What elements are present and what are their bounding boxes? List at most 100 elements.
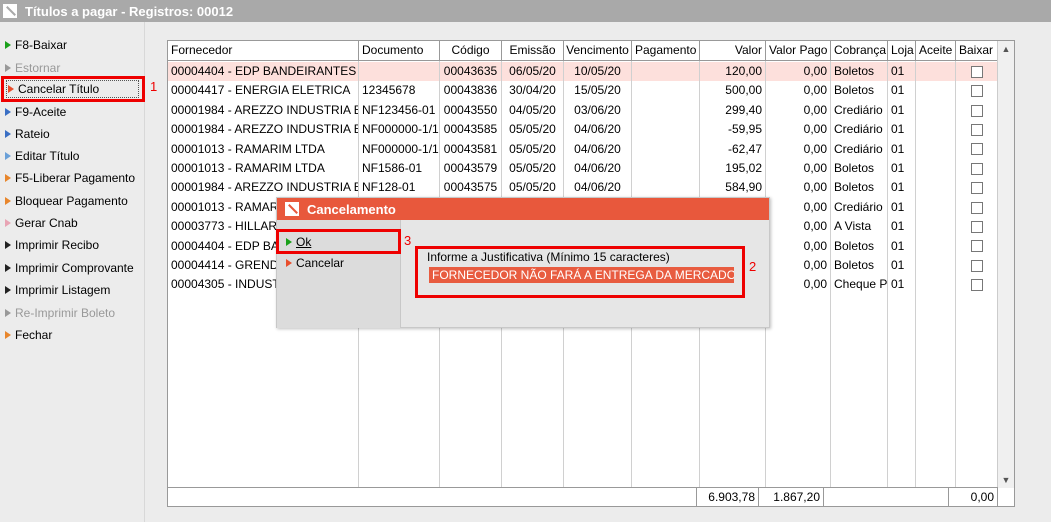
table-row[interactable]: 00004417 - ENERGIA ELETRICA 12345678 00043… <box>168 81 998 101</box>
sidebar-item-label: F9-Aceite <box>15 105 67 119</box>
baixar-checkbox[interactable] <box>970 65 983 78</box>
cell-fornecedor: 00004417 - ENERGIA ELETRICA <box>168 81 359 101</box>
sidebar-item-editar-titulo[interactable]: Editar Título <box>5 147 79 165</box>
cell-cobranca: A Vista <box>831 217 888 237</box>
column-header-valor-pago[interactable]: Valor Pago <box>766 41 831 61</box>
cell-baixar <box>956 100 998 121</box>
grid-footer-totals: 6.903,78 1.867,20 0,00 <box>168 487 998 506</box>
scroll-down-icon[interactable]: ▼ <box>998 472 1014 488</box>
red-triangle-icon <box>286 259 292 267</box>
baixar-checkbox[interactable] <box>970 124 983 137</box>
column-header-codigo[interactable]: Código <box>440 41 502 61</box>
vertical-scrollbar[interactable]: ▲ ▼ <box>997 41 1014 488</box>
baixar-checkbox[interactable] <box>970 221 983 234</box>
gray-triangle-icon <box>5 64 11 72</box>
annotation-number-3: 3 <box>404 233 412 248</box>
column-header-vencimento[interactable]: Vencimento <box>564 41 632 61</box>
column-header-loja[interactable]: Loja <box>888 41 916 61</box>
gray-triangle-icon <box>5 309 11 317</box>
cell-emissao: 04/05/20 <box>502 100 564 121</box>
cell-valor-pago: 0,00 <box>766 217 831 237</box>
column-header-cobranca[interactable]: Cobrança <box>831 41 888 61</box>
cell-baixar <box>956 275 998 295</box>
sidebar-item-label: Re-Imprimir Boleto <box>15 306 116 320</box>
sidebar-item-aceite[interactable]: F9-Aceite <box>5 103 66 121</box>
column-header-documento[interactable]: Documento <box>359 41 440 61</box>
baixar-checkbox[interactable] <box>970 201 983 214</box>
annotation-box-3 <box>276 229 401 254</box>
cell-aceite <box>916 62 956 82</box>
column-header-aceite[interactable]: Aceite <box>916 41 956 61</box>
cell-emissao: 05/05/20 <box>502 139 564 159</box>
sidebar-item-rateio[interactable]: Rateio <box>5 125 50 143</box>
cell-cobranca: Boletos <box>831 81 888 101</box>
sidebar-item-fechar[interactable]: Fechar <box>5 326 52 344</box>
blue-triangle-icon <box>5 130 11 138</box>
baixar-checkbox[interactable] <box>970 182 983 195</box>
baixar-checkbox[interactable] <box>970 104 983 117</box>
sidebar-item-gerar-cnab[interactable]: Gerar Cnab <box>5 214 78 232</box>
cell-valor: 120,00 <box>700 62 766 82</box>
cell-cobranca: Boletos <box>831 256 888 276</box>
table-row[interactable]: 00001984 - AREZZO INDUSTRIA E C NF000000-… <box>168 120 998 140</box>
annotation-number-1: 1 <box>150 79 158 94</box>
sidebar-item-imprimir-listagem[interactable]: Imprimir Listagem <box>5 281 110 299</box>
cell-emissao: 05/05/20 <box>502 159 564 179</box>
sidebar-item-label: Gerar Cnab <box>15 216 78 230</box>
cell-valor-pago: 0,00 <box>766 139 831 159</box>
sidebar-item-label: Imprimir Comprovante <box>15 261 134 275</box>
baixar-checkbox[interactable] <box>970 259 983 272</box>
footer-baixar-total: 0,00 <box>949 488 998 506</box>
sidebar-item-label: Rateio <box>15 127 50 141</box>
cell-loja: 01 <box>888 139 916 159</box>
cell-codigo: 00043635 <box>440 62 502 82</box>
cell-baixar <box>956 197 998 218</box>
cell-cobranca: Crediário <box>831 197 888 218</box>
sidebar-item-baixar[interactable]: F8-Baixar <box>5 36 67 54</box>
cell-valor: 500,00 <box>700 81 766 101</box>
column-divider <box>915 61 916 488</box>
baixar-checkbox[interactable] <box>970 85 983 98</box>
baixar-checkbox[interactable] <box>970 162 983 175</box>
cell-loja: 01 <box>888 81 916 101</box>
blue-triangle-icon <box>5 108 11 116</box>
column-header-valor[interactable]: Valor <box>700 41 766 61</box>
baixar-checkbox[interactable] <box>970 279 983 292</box>
cell-pagamento <box>632 159 700 179</box>
column-divider <box>887 61 888 488</box>
cell-fornecedor: 00001984 - AREZZO INDUSTRIA E C <box>168 120 359 140</box>
table-row[interactable]: 00001013 - RAMARIM LTDA NF000000-1/1 00043… <box>168 139 998 159</box>
app-logo-icon <box>3 4 17 18</box>
column-header-pagamento[interactable]: Pagamento <box>632 41 700 61</box>
scroll-up-icon[interactable]: ▲ <box>998 41 1014 57</box>
sidebar-item-imprimir-comprovante[interactable]: Imprimir Comprovante <box>5 259 134 277</box>
table-row[interactable]: 00001984 - AREZZO INDUSTRIA E C NF123456-… <box>168 100 998 121</box>
cell-codigo: 00043575 <box>440 178 502 198</box>
sidebar-item-liberar-pagamento[interactable]: F5-Liberar Pagamento <box>5 169 135 187</box>
cell-aceite <box>916 139 956 159</box>
cell-pagamento <box>632 139 700 159</box>
sidebar-item-label: Editar Título <box>15 149 80 163</box>
cell-loja: 01 <box>888 159 916 179</box>
cell-emissao: 30/04/20 <box>502 81 564 101</box>
cell-documento: NF000000-1/1 <box>359 139 440 159</box>
cell-emissao: 06/05/20 <box>502 62 564 82</box>
cell-codigo: 00043581 <box>440 139 502 159</box>
sidebar-item-imprimir-recibo[interactable]: Imprimir Recibo <box>5 236 99 254</box>
column-header-fornecedor[interactable]: Fornecedor <box>168 41 359 61</box>
column-header-baixar[interactable]: Baixar <box>956 41 998 61</box>
cancel-button[interactable]: Cancelar <box>286 254 344 272</box>
baixar-checkbox[interactable] <box>970 240 983 253</box>
column-header-emissao[interactable]: Emissão <box>502 41 564 61</box>
baixar-checkbox[interactable] <box>970 143 983 156</box>
cell-baixar <box>956 139 998 159</box>
sidebar-item-label: Imprimir Listagem <box>15 283 111 297</box>
cell-fornecedor: 00001013 - RAMARIM LTDA <box>168 159 359 179</box>
table-row[interactable]: 00001013 - RAMARIM LTDA NF1586-01 00043579… <box>168 159 998 179</box>
table-row[interactable]: 00001984 - AREZZO INDUSTRIA E C NF128-01 0… <box>168 178 998 198</box>
annotation-number-2: 2 <box>749 259 757 274</box>
cell-baixar <box>956 62 998 82</box>
dark-triangle-icon <box>5 241 11 249</box>
sidebar-item-bloquear-pagamento[interactable]: Bloquear Pagamento <box>5 192 128 210</box>
table-row[interactable]: 00004404 - EDP BANDEIRANTES 00043635 06/05… <box>168 62 998 82</box>
